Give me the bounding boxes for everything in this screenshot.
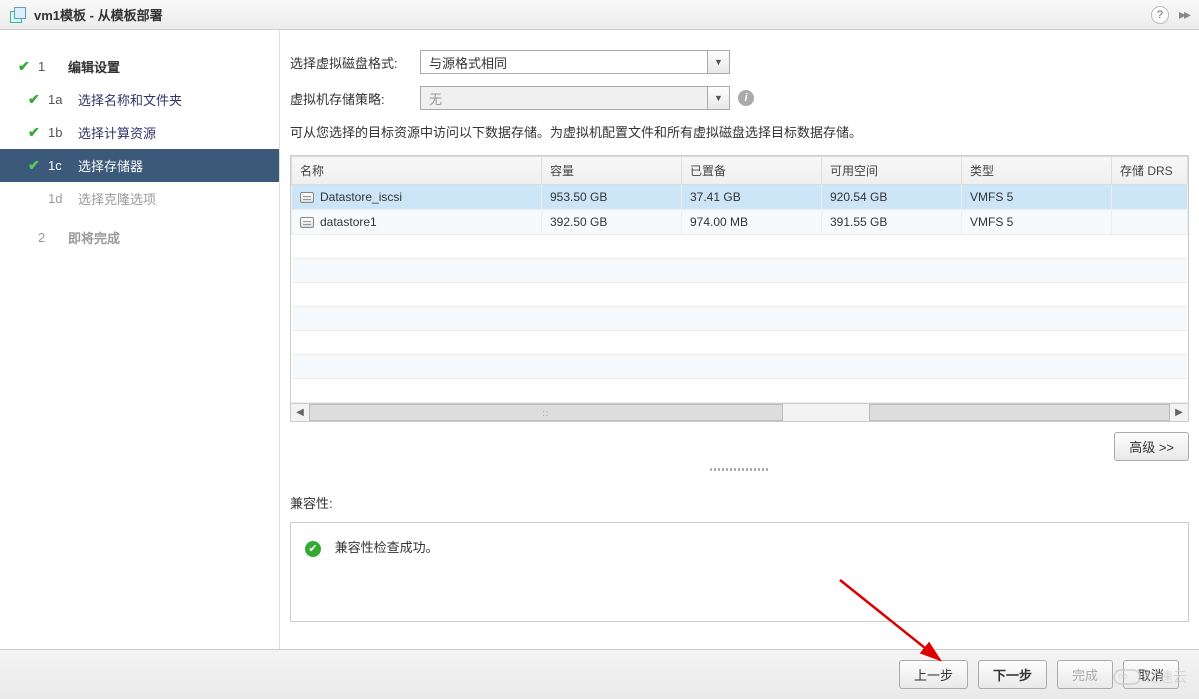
step-label: 选择计算资源 xyxy=(78,123,156,142)
step-header-2[interactable]: 2 即将完成 xyxy=(0,221,279,254)
resize-grip-icon[interactable] xyxy=(290,467,1189,471)
cell-type: VMFS 5 xyxy=(962,185,1112,210)
step-number: 1b xyxy=(48,125,78,140)
table-row[interactable]: Datastore_iscsi 953.50 GB 37.41 GB 920.5… xyxy=(292,185,1188,210)
step-number: 1 xyxy=(38,59,68,74)
datastore-grid: 名称 容量 已置备 可用空间 类型 存储 DRS Datastore_iscsi… xyxy=(290,155,1189,422)
advanced-button[interactable]: 高级 >> xyxy=(1114,432,1189,461)
datastore-icon xyxy=(300,192,314,203)
help-button[interactable]: ? xyxy=(1151,6,1169,24)
check-icon: ✔ xyxy=(28,124,48,141)
check-icon: ✔ xyxy=(28,157,48,174)
col-provisioned[interactable]: 已置备 xyxy=(682,157,822,185)
cell-free: 391.55 GB xyxy=(822,210,962,235)
step-number: 2 xyxy=(38,230,68,245)
cell-capacity: 392.50 GB xyxy=(542,210,682,235)
grid-scrollbar[interactable]: ◀ :: ▶ xyxy=(291,403,1188,421)
step-1d[interactable]: 1d 选择克隆选项 xyxy=(0,182,279,215)
back-button[interactable]: 上一步 xyxy=(899,660,968,689)
step-header-1[interactable]: ✔ 1 编辑设置 xyxy=(0,50,279,83)
col-drs[interactable]: 存储 DRS xyxy=(1112,157,1188,185)
wizard-footer: 上一步 下一步 完成 取消 xyxy=(0,649,1199,699)
chevron-down-icon: ▼ xyxy=(707,87,729,109)
step-1b[interactable]: ✔ 1b 选择计算资源 xyxy=(0,116,279,149)
table-row-empty xyxy=(292,331,1188,355)
scroll-track[interactable]: :: xyxy=(309,404,1170,421)
template-icon xyxy=(10,7,26,23)
disk-format-row: 选择虚拟磁盘格式: 与源格式相同 ▼ xyxy=(290,50,1189,74)
cell-type: VMFS 5 xyxy=(962,210,1112,235)
storage-policy-row: 虚拟机存储策略: 无 ▼ i xyxy=(290,86,1189,110)
cell-provisioned: 974.00 MB xyxy=(682,210,822,235)
dropdown-value: 与源格式相同 xyxy=(421,53,707,72)
window-title: vm1模板 - 从模板部署 xyxy=(34,5,1145,24)
table-row-empty xyxy=(292,379,1188,403)
step-label: 选择名称和文件夹 xyxy=(78,90,182,109)
disk-format-label: 选择虚拟磁盘格式: xyxy=(290,53,420,72)
step-label: 即将完成 xyxy=(68,228,120,247)
table-row-empty xyxy=(292,259,1188,283)
disk-format-dropdown[interactable]: 与源格式相同 ▼ xyxy=(420,50,730,74)
scroll-right-icon[interactable]: ▶ xyxy=(1170,407,1188,418)
description-text: 可从您选择的目标资源中访问以下数据存储。为虚拟机配置文件和所有虚拟磁盘选择目标数… xyxy=(290,122,1189,141)
cell-drs xyxy=(1112,185,1188,210)
compatibility-message: 兼容性检查成功。 xyxy=(335,540,439,555)
step-number: 1a xyxy=(48,92,78,107)
table-row-empty xyxy=(292,283,1188,307)
step-label: 选择存储器 xyxy=(78,156,143,175)
grid-header: 名称 容量 已置备 可用空间 类型 存储 DRS xyxy=(292,157,1188,185)
dropdown-value: 无 xyxy=(421,89,707,108)
col-capacity[interactable]: 容量 xyxy=(542,157,682,185)
chevron-down-icon[interactable]: ▼ xyxy=(707,51,729,73)
info-icon[interactable]: i xyxy=(738,90,754,106)
compatibility-box: ✔ 兼容性检查成功。 xyxy=(290,522,1189,622)
storage-policy-dropdown: 无 ▼ xyxy=(420,86,730,110)
table-row-empty xyxy=(292,235,1188,259)
step-label: 编辑设置 xyxy=(68,57,120,76)
finish-button: 完成 xyxy=(1057,660,1113,689)
scroll-thumb[interactable]: :: xyxy=(309,404,783,421)
check-icon: ✔ xyxy=(18,58,38,75)
storage-policy-label: 虚拟机存储策略: xyxy=(290,89,420,108)
compatibility-label: 兼容性: xyxy=(290,493,1189,512)
col-name[interactable]: 名称 xyxy=(292,157,542,185)
table-row-empty xyxy=(292,355,1188,379)
cell-name: datastore1 xyxy=(320,215,377,229)
check-icon: ✔ xyxy=(28,91,48,108)
cell-name: Datastore_iscsi xyxy=(320,190,402,204)
titlebar: vm1模板 - 从模板部署 ? ▸▸ xyxy=(0,0,1199,30)
success-icon: ✔ xyxy=(305,541,321,557)
scroll-left-icon[interactable]: ◀ xyxy=(291,407,309,418)
wizard-steps-sidebar: ✔ 1 编辑设置 ✔ 1a 选择名称和文件夹 ✔ 1b 选择计算资源 ✔ 1c … xyxy=(0,30,280,649)
cell-provisioned: 37.41 GB xyxy=(682,185,822,210)
step-number: 1c xyxy=(48,158,78,173)
step-1c[interactable]: ✔ 1c 选择存储器 xyxy=(0,149,279,182)
col-type[interactable]: 类型 xyxy=(962,157,1112,185)
pin-button[interactable]: ▸▸ xyxy=(1179,6,1189,23)
cell-free: 920.54 GB xyxy=(822,185,962,210)
content-pane: 选择虚拟磁盘格式: 与源格式相同 ▼ 虚拟机存储策略: 无 ▼ i 可从您选择的… xyxy=(280,30,1199,649)
table-row[interactable]: datastore1 392.50 GB 974.00 MB 391.55 GB… xyxy=(292,210,1188,235)
step-1a[interactable]: ✔ 1a 选择名称和文件夹 xyxy=(0,83,279,116)
step-label: 选择克隆选项 xyxy=(78,189,156,208)
cancel-button[interactable]: 取消 xyxy=(1123,660,1179,689)
table-row-empty xyxy=(292,307,1188,331)
step-number: 1d xyxy=(48,191,78,206)
scroll-thumb[interactable] xyxy=(869,404,1170,421)
cell-capacity: 953.50 GB xyxy=(542,185,682,210)
datastore-icon xyxy=(300,217,314,228)
cell-drs xyxy=(1112,210,1188,235)
next-button[interactable]: 下一步 xyxy=(978,660,1047,689)
col-free[interactable]: 可用空间 xyxy=(822,157,962,185)
